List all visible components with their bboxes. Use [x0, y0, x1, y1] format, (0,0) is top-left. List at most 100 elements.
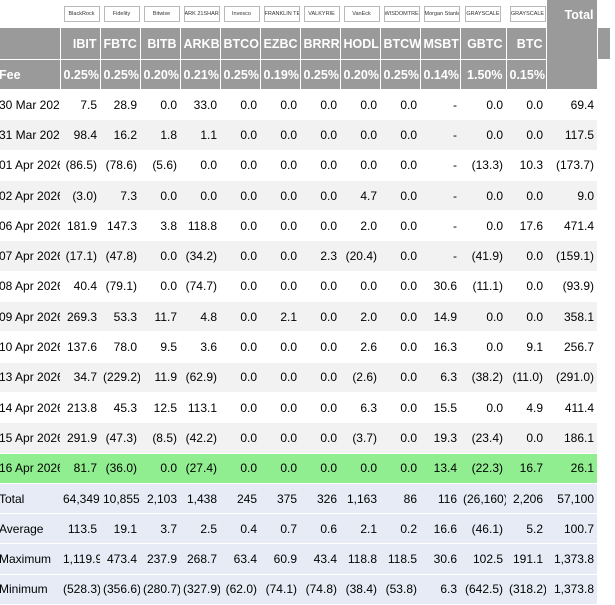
- summary-label: Minimum: [0, 574, 60, 605]
- flow-cell: 6.3: [420, 362, 460, 393]
- summary-cell: 473.4: [100, 543, 140, 575]
- flow-cell: 0.0: [380, 89, 420, 121]
- flow-cell: -: [420, 150, 460, 181]
- summary-cell: (318.2): [506, 574, 546, 605]
- ticker-header: MSBT: [420, 28, 461, 60]
- flow-cell: 0.0: [380, 210, 420, 242]
- table-row: 15 Apr 2026 291.9 (47.3) (8.5) (42.2) 0.0 0.0 0…: [0, 422, 611, 454]
- flow-cell: 0.0: [460, 180, 506, 212]
- flow-cell: 0.0: [380, 180, 420, 212]
- fee-cell: 0.14%: [420, 59, 461, 90]
- flow-cell: 34.7: [60, 362, 100, 393]
- flow-cell: 0.0: [260, 362, 300, 393]
- summary-label: Maximum: [0, 543, 60, 575]
- flow-cell: 0.0: [506, 422, 546, 454]
- logo-cell: VanEck: [340, 0, 381, 28]
- fee-cell: 0.15%: [506, 59, 547, 90]
- flow-cell: 0.0: [300, 180, 340, 212]
- summary-cell: (62.0): [220, 574, 260, 605]
- flow-cell: 0.0: [460, 331, 506, 363]
- flow-cell: 40.4: [60, 271, 100, 303]
- flow-cell: 137.6: [60, 331, 100, 363]
- summary-cell: 19.1: [100, 513, 140, 545]
- flow-cell: 16.3: [420, 331, 460, 363]
- flow-cell: 0.0: [380, 271, 420, 303]
- flow-cell: 0.0: [220, 210, 260, 242]
- flow-cell: (20.4): [340, 240, 380, 272]
- flow-cell: 0.0: [380, 119, 420, 151]
- summary-cell: 63.4: [220, 543, 260, 575]
- fee-cell: 0.21%: [180, 59, 221, 90]
- flow-cell: 0.0: [460, 392, 506, 424]
- ticker-header: BRRR: [300, 28, 341, 60]
- flow-cell: 2.3: [300, 240, 340, 272]
- ticker-header: BTC: [506, 28, 547, 60]
- date-cell: 13 Apr 2026: [0, 362, 60, 393]
- flow-cell: 0.0: [260, 392, 300, 424]
- flow-cell: (36.0): [100, 453, 140, 484]
- summary-cell: 30.6: [420, 543, 460, 575]
- flow-cell: 0.0: [300, 271, 340, 303]
- fee-total-blank: [546, 59, 598, 90]
- flow-cell: 0.0: [220, 150, 260, 181]
- row-total-cell: (291.0): [546, 362, 597, 393]
- flow-cell: (74.7): [180, 271, 220, 303]
- summary-cell: 5.2: [506, 513, 546, 545]
- summary-cell: 326: [300, 483, 340, 515]
- flow-cell: 1.8: [140, 119, 180, 151]
- summary-cell: 0.2: [380, 513, 420, 545]
- flow-cell: 0.0: [260, 453, 300, 484]
- ticker-header: BTCO: [220, 28, 261, 60]
- fee-cell: 1.50%: [460, 59, 507, 90]
- table-row: 07 Apr 2026 (17.1) (47.8) 0.0 (34.2) 0.0 0.0 2.…: [0, 240, 611, 272]
- flow-cell: 0.0: [340, 119, 380, 151]
- fidelity-logo: Fidelity: [103, 6, 139, 22]
- date-cell: 02 Apr 2026: [0, 180, 60, 212]
- ticker-header: IBIT: [60, 28, 101, 60]
- flow-cell: 78.0: [100, 331, 140, 363]
- flow-cell: 0.0: [260, 422, 300, 454]
- flow-cell: 0.0: [300, 362, 340, 393]
- summary-cell: 1,438: [180, 483, 220, 515]
- summary-cell: 116: [420, 483, 460, 515]
- date-cell: 14 Apr 2026: [0, 392, 60, 424]
- summary-cell: (642.5): [460, 574, 506, 605]
- flow-cell: -: [420, 89, 460, 121]
- flow-cell: 0.0: [220, 271, 260, 303]
- summary-cell: 10,855: [100, 483, 140, 515]
- flow-cell: (229.2): [100, 362, 140, 393]
- flow-cell: (34.2): [180, 240, 220, 272]
- logo-cell: Fidelity: [100, 0, 141, 28]
- flow-cell: 2.0: [340, 301, 380, 333]
- flow-cell: 0.0: [260, 89, 300, 121]
- flow-cell: 0.0: [300, 392, 340, 424]
- flow-cell: 213.8: [60, 392, 100, 424]
- flow-cell: 0.0: [260, 119, 300, 151]
- summary-row: Total 64,349 10,855 2,103 1,438 245 375 326 1,16…: [0, 483, 611, 515]
- flow-cell: 98.4: [60, 119, 100, 151]
- date-cell: 08 Apr 2026: [0, 271, 60, 303]
- flow-cell: 0.0: [140, 453, 180, 484]
- summary-cell: 2.5: [180, 513, 220, 545]
- flow-cell: (3.0): [60, 180, 100, 212]
- row-total-cell: 9.0: [546, 180, 597, 212]
- flow-cell: 0.0: [220, 362, 260, 393]
- flow-cell: 0.0: [220, 392, 260, 424]
- flow-cell: 0.0: [140, 271, 180, 303]
- flow-cell: 1.1: [180, 119, 220, 151]
- flow-cell: 0.0: [300, 210, 340, 242]
- flow-cell: 291.9: [60, 422, 100, 454]
- flow-cell: 0.0: [380, 240, 420, 272]
- summary-cell: (327.9): [180, 574, 220, 605]
- flow-cell: 16.2: [100, 119, 140, 151]
- logo-cell: Morgan Stanley: [420, 0, 461, 28]
- flow-cell: 81.7: [60, 453, 100, 484]
- flow-cell: 0.0: [260, 331, 300, 363]
- flow-cell: 4.8: [180, 301, 220, 333]
- flow-cell: -: [420, 210, 460, 242]
- flow-cell: 0.0: [506, 180, 546, 212]
- ark-logo: ARK 21SHARES: [183, 6, 219, 22]
- flow-cell: -: [420, 240, 460, 272]
- table-row: 02 Apr 2026 (3.0) 7.3 0.0 0.0 0.0 0.0 0.0 4.7 0.0…: [0, 180, 611, 212]
- flow-cell: 0.0: [260, 180, 300, 212]
